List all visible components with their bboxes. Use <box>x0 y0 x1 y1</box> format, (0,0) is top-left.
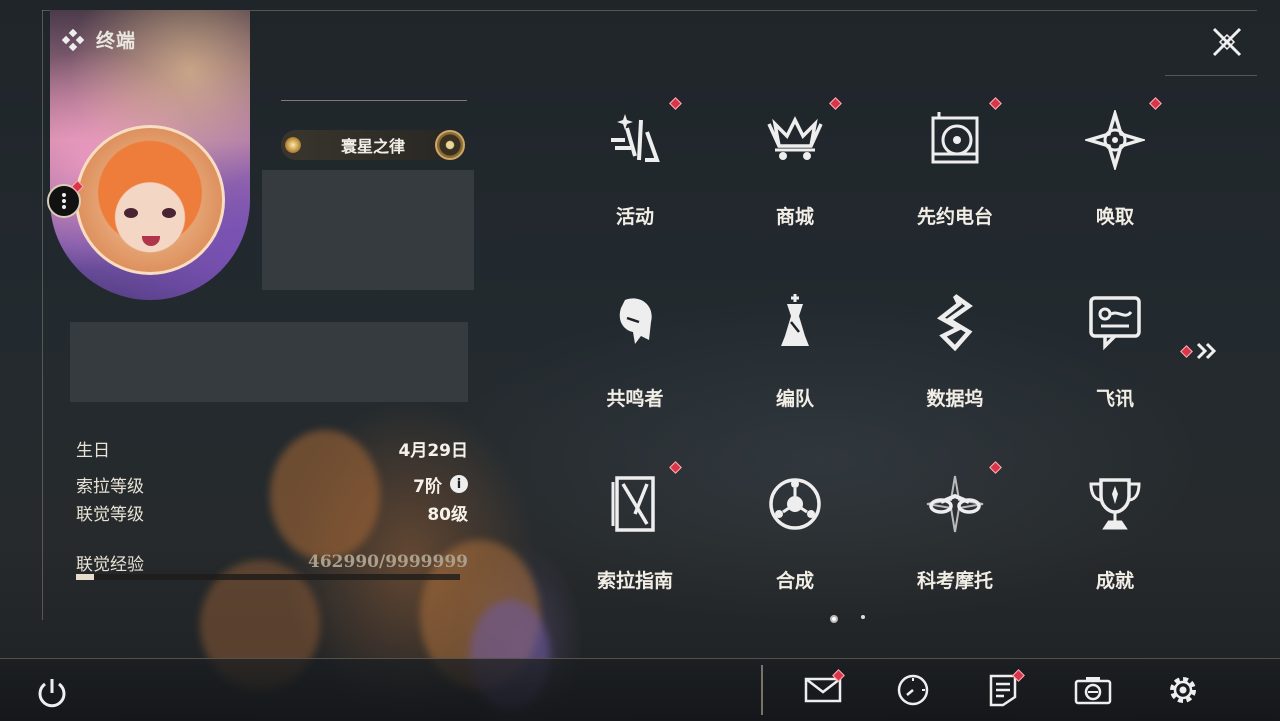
tile-badge <box>829 97 842 110</box>
bottom-bar <box>0 658 1280 721</box>
tile-trophy[interactable]: 成就 <box>1040 459 1190 609</box>
tile-badge <box>669 97 682 110</box>
stat-value: 80级 <box>427 504 468 525</box>
synthesis-icon <box>765 474 825 534</box>
tile-team-chess[interactable]: 编队 <box>720 277 870 427</box>
tile-label: 科考摩托 <box>916 570 993 592</box>
settings-button[interactable] <box>1162 669 1204 711</box>
tile-data-bank[interactable]: 数据坞 <box>880 277 1030 427</box>
message-bubble-icon <box>1085 292 1145 352</box>
notice-button[interactable] <box>982 669 1025 711</box>
guide-book-icon <box>605 474 665 534</box>
avatar[interactable] <box>75 125 225 275</box>
tile-label: 索拉指南 <box>596 570 673 592</box>
info-icon[interactable]: i <box>450 475 468 493</box>
power-icon <box>38 679 66 708</box>
close-icon <box>1212 27 1242 57</box>
star-orb-icon <box>435 130 465 160</box>
tile-badge <box>989 461 1002 474</box>
next-page-button[interactable] <box>1180 340 1222 362</box>
more-dots-icon <box>62 191 66 211</box>
tile-label: 成就 <box>1095 570 1134 592</box>
tile-synthesis[interactable]: 合成 <box>720 459 870 609</box>
nameplate-title: 寰星之律 <box>340 137 405 156</box>
tile-label: 编队 <box>775 388 814 410</box>
stat-label: 生日 <box>76 440 110 461</box>
username-redacted <box>262 170 474 290</box>
camera-button[interactable] <box>1072 669 1114 711</box>
stat-row-birthday: 生日 4月29日 <box>76 436 469 461</box>
motorbike-icon <box>925 474 985 534</box>
stat-row-sol-rank: 索拉等级 7阶 i <box>76 472 468 497</box>
notice-icon <box>989 674 1017 707</box>
camera-icon <box>1074 677 1112 705</box>
nameplate[interactable]: 寰星之律 <box>281 130 465 160</box>
page-indicator-dot-active[interactable] <box>830 615 838 623</box>
data-bank-icon <box>925 292 985 352</box>
power-button[interactable] <box>34 675 70 711</box>
tile-label: 商城 <box>775 206 814 228</box>
radio-icon <box>925 110 985 170</box>
trophy-icon <box>1085 474 1145 534</box>
tile-label: 共鸣者 <box>606 388 664 410</box>
clock-button[interactable] <box>892 669 934 711</box>
avatar-eye <box>162 208 176 218</box>
resonator-head-icon <box>605 292 665 352</box>
tile-message-bubble[interactable]: 飞讯 <box>1040 277 1190 427</box>
next-page-badge <box>1180 344 1193 358</box>
stat-row-union-exp: 联觉经验 462990/9999999 <box>76 550 468 575</box>
close-button[interactable] <box>1207 22 1247 62</box>
tile-shop-crown[interactable]: 商城 <box>720 95 870 245</box>
stat-row-union-level: 联觉等级 80级 <box>76 500 468 525</box>
frame-left-line <box>42 10 43 620</box>
stat-value: 4月29日 <box>398 440 469 461</box>
page-indicator-dot[interactable] <box>861 615 865 619</box>
header: 终端 <box>62 26 136 53</box>
exp-progress-bar <box>76 574 460 580</box>
frame-corner-line <box>1165 75 1257 76</box>
stat-value: 7阶 <box>413 476 442 497</box>
page-title: 终端 <box>96 30 137 52</box>
tile-guide-book[interactable]: 索拉指南 <box>560 459 710 609</box>
stat-label: 联觉等级 <box>76 504 144 525</box>
avatar-eye <box>124 208 138 218</box>
signature-redacted <box>70 322 468 402</box>
tile-label: 合成 <box>775 570 814 592</box>
tile-activity[interactable]: 活动 <box>560 95 710 245</box>
avatar-mouth <box>142 236 160 246</box>
shop-crown-icon <box>765 110 825 170</box>
name-divider <box>281 100 467 101</box>
settings-gear-icon <box>1170 677 1196 703</box>
tile-badge <box>669 461 682 474</box>
tile-label: 先约电台 <box>916 206 993 228</box>
exp-value: 462990/9999999 <box>308 552 468 572</box>
stat-label: 索拉等级 <box>76 476 144 497</box>
clock-icon <box>897 674 929 706</box>
tile-label: 飞讯 <box>1095 388 1134 410</box>
tile-badge <box>989 97 1002 110</box>
tile-motorbike[interactable]: 科考摩托 <box>880 459 1030 609</box>
convene-compass-icon <box>1085 110 1145 170</box>
tile-resonator-head[interactable]: 共鸣者 <box>560 277 710 427</box>
tile-label: 唤取 <box>1095 206 1134 228</box>
tile-badge <box>1149 97 1162 110</box>
tile-label: 活动 <box>615 206 654 228</box>
sun-orb-icon <box>285 137 301 153</box>
double-chevron-right-icon <box>1196 342 1217 360</box>
mail-button[interactable] <box>802 669 845 711</box>
stat-value-wrap: 7阶 i <box>413 472 468 497</box>
activity-icon <box>605 110 665 170</box>
tile-label: 数据坞 <box>926 388 984 410</box>
stat-label: 联觉经验 <box>76 554 144 575</box>
exp-progress-fill <box>76 574 94 580</box>
bottom-divider <box>761 665 763 715</box>
tile-convene-compass[interactable]: 唤取 <box>1040 95 1190 245</box>
tile-radio[interactable]: 先约电台 <box>880 95 1030 245</box>
terminal-diamond-icon <box>62 28 84 51</box>
team-chess-icon <box>765 292 825 352</box>
